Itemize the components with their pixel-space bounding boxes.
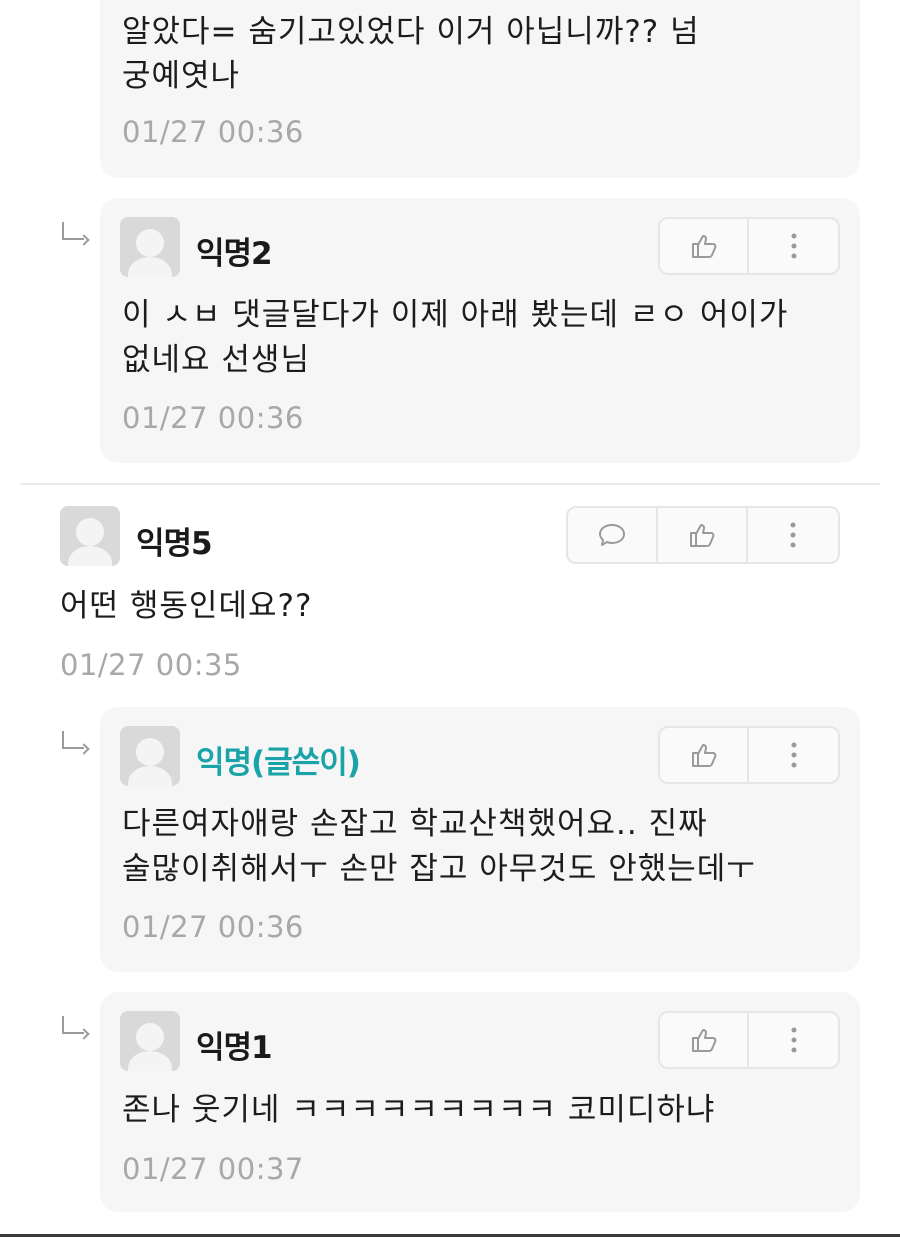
comment-actions xyxy=(658,726,840,784)
more-vertical-icon xyxy=(791,1027,796,1053)
reply-arrow-icon xyxy=(62,1016,84,1034)
more-button[interactable] xyxy=(749,728,838,782)
comment-text-line: 어떤 행동인데요?? xyxy=(60,588,313,624)
comment-author[interactable]: 익명1 xyxy=(196,1022,273,1067)
comment-actions xyxy=(658,217,840,275)
comment-time: 01/27 00:35 xyxy=(60,648,242,682)
more-vertical-icon xyxy=(791,233,796,259)
comment-thread: 알았다= 숨기고있었다 이거 아닙니까?? 넘 궁예엿나 01/27 00:36… xyxy=(0,0,900,1237)
more-vertical-icon xyxy=(791,742,796,768)
comment-author[interactable]: 익명5 xyxy=(136,518,213,563)
comment-divider xyxy=(20,483,880,485)
reply-box: 익명1 존나 웃기네 ㅋㅋㅋㅋㅋㅋㅋㅋㅋ 코미디하냐 01/27 00:37 xyxy=(100,992,860,1212)
comment-text-line: 궁예엿나 xyxy=(122,58,241,94)
reply-arrow-icon xyxy=(62,731,84,749)
comment-text-line: 존나 웃기네 ㅋㅋㅋㅋㅋㅋㅋㅋㅋ 코미디하냐 xyxy=(122,1092,716,1128)
avatar xyxy=(120,217,180,277)
comment-text-line: 이 ㅅㅂ 댓글달다가 이제 아래 봤는데 ㄹㅇ 어이가 xyxy=(122,297,789,333)
more-button[interactable] xyxy=(748,508,838,562)
like-button[interactable] xyxy=(660,1013,750,1067)
thumbs-up-icon xyxy=(691,235,716,258)
thumbs-up-icon xyxy=(690,524,715,547)
reply-box: 알았다= 숨기고있었다 이거 아닙니까?? 넘 궁예엿나 01/27 00:36 xyxy=(100,0,860,178)
more-vertical-icon xyxy=(790,522,796,548)
reply-box: 익명2 이 ㅅㅂ 댓글달다가 이제 아래 봤는데 ㄹㅇ 어이가 없네요 선생님 … xyxy=(100,198,860,463)
thumbs-up-icon xyxy=(691,1029,716,1052)
comment-actions xyxy=(566,506,840,564)
comment-actions xyxy=(658,1011,840,1069)
comment-author-op[interactable]: 익명(글쓴이) xyxy=(196,737,361,782)
comment-time: 01/27 00:36 xyxy=(122,115,304,149)
avatar xyxy=(120,726,180,786)
speech-bubble-icon xyxy=(599,524,625,546)
like-button[interactable] xyxy=(658,508,748,562)
like-button[interactable] xyxy=(660,728,750,782)
comment-text-line: 다른여자애랑 손잡고 학교산책했어요.. 진짜 xyxy=(122,806,708,842)
avatar xyxy=(120,1011,180,1071)
comment-text-line: 알았다= 숨기고있었다 이거 아닙니까?? 넘 xyxy=(122,14,700,50)
comment-text-line: 없네요 선생님 xyxy=(122,342,310,378)
reply-box: 익명(글쓴이) 다른여자애랑 손잡고 학교산책했어요.. 진짜 술많이취해서ㅜ … xyxy=(100,707,860,972)
more-button[interactable] xyxy=(749,219,838,273)
reply-arrow-icon xyxy=(62,222,84,240)
comment-time: 01/27 00:37 xyxy=(122,1152,304,1186)
thumbs-up-icon xyxy=(691,744,716,767)
comment-text-line: 술많이취해서ㅜ 손만 잡고 아무것도 안했는데ㅜ xyxy=(122,851,756,887)
like-button[interactable] xyxy=(660,219,750,273)
more-button[interactable] xyxy=(749,1013,838,1067)
comment-author[interactable]: 익명2 xyxy=(196,228,273,273)
reply-button[interactable] xyxy=(568,508,658,562)
avatar xyxy=(60,506,120,566)
comment-time: 01/27 00:36 xyxy=(122,910,304,944)
comment-time: 01/27 00:36 xyxy=(122,401,304,435)
